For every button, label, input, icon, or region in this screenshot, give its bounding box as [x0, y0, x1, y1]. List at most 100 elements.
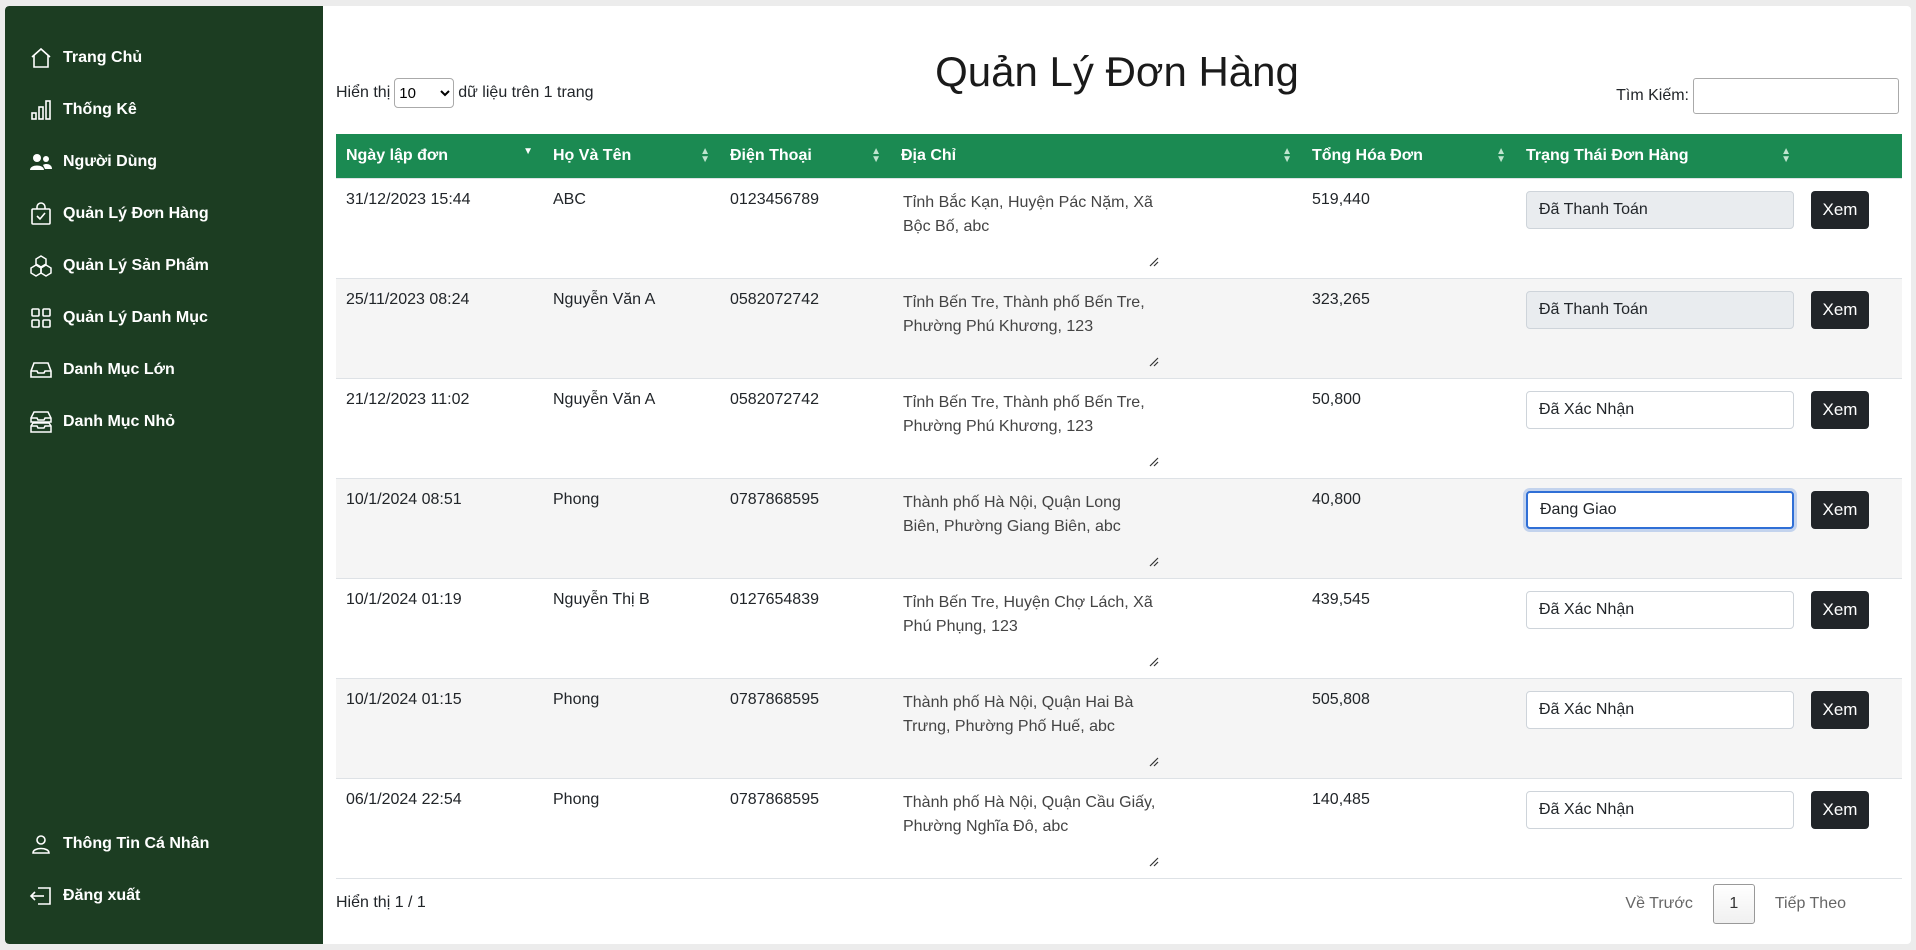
sidebar-item-label: Quản Lý Đơn Hàng — [63, 205, 209, 222]
sidebar-item-label: Trang Chủ — [63, 49, 143, 66]
sidebar-item-label: Quản Lý Sản Phẩm — [63, 257, 209, 274]
search-input[interactable] — [1693, 78, 1899, 114]
status-field[interactable]: Đã Xác Nhận — [1526, 590, 1794, 629]
cell-name: Nguyễn Thị B — [543, 577, 720, 678]
table-row: 31/12/2023 15:44 ABC 0123456789 Tỉnh Bắc… — [336, 177, 1902, 278]
resize-grip-icon[interactable] — [1149, 757, 1159, 767]
sidebar-item-statistics[interactable]: Thống Kê — [29, 92, 137, 128]
cell-total: 323,265 — [1302, 277, 1516, 378]
view-button[interactable]: Xem — [1811, 390, 1869, 429]
sidebar-item-label: Người Dùng — [63, 153, 158, 170]
sort-icon: ▲ ▼ — [1282, 146, 1292, 165]
column-header-total[interactable]: Tổng Hóa Đơn ▲ ▼ — [1302, 134, 1516, 178]
cell-name: Phong — [543, 777, 720, 879]
person-icon — [32, 835, 50, 854]
column-header-label: Địa Chỉ — [901, 146, 957, 164]
sort-icon: ▲ ▼ — [700, 146, 710, 165]
view-button[interactable]: Xem — [1811, 690, 1869, 729]
cell-address: Thành phố Hà Nội, Quận Hai Bà Trưng, Phư… — [891, 677, 1302, 778]
pagination: Về Trước 1 Tiếp Theo — [1605, 884, 1866, 924]
table-row: 06/1/2024 22:54 Phong 0787868595 Thành p… — [336, 777, 1902, 879]
cell-total: 519,440 — [1302, 177, 1516, 278]
cell-action: Xem — [1801, 277, 1902, 378]
cell-date: 10/1/2024 01:19 — [336, 577, 543, 678]
sort-icon: ▲ ▼ — [1496, 146, 1506, 165]
cell-date: 06/1/2024 22:54 — [336, 777, 543, 879]
address-textarea[interactable]: Thành phố Hà Nội, Quận Cầu Giấy, Phường … — [901, 789, 1163, 875]
sidebar-item-label: Thống Kê — [63, 101, 137, 118]
address-textarea[interactable]: Thành phố Hà Nội, Quận Long Biên, Phường… — [901, 489, 1163, 575]
cell-status: Đã Xác Nhận — [1516, 577, 1801, 678]
resize-grip-icon[interactable] — [1149, 457, 1159, 467]
view-button[interactable]: Xem — [1811, 190, 1869, 229]
orders-table-wrap: Ngày lập đơn ▼ Họ Và Tên ▲ ▼ Điện Thoại ▲ ▼ Đ… — [336, 134, 1902, 879]
pagination-next-button[interactable]: Tiếp Theo — [1755, 884, 1866, 924]
cell-total: 505,808 — [1302, 677, 1516, 778]
sort-desc-icon: ▼ — [523, 146, 533, 157]
cell-date: 21/12/2023 11:02 — [336, 377, 543, 478]
sidebar-item-label: Quản Lý Danh Mục — [63, 309, 208, 326]
cell-phone: 0787868595 — [720, 677, 891, 778]
sidebar: Trang Chủ Thống Kê Người Dùng Quản Lý Đơ… — [5, 6, 323, 944]
sidebar-item-minor-categories[interactable]: Danh Mục Nhỏ — [29, 404, 175, 440]
sidebar-item-home[interactable]: Trang Chủ — [29, 40, 142, 76]
cell-total: 50,800 — [1302, 377, 1516, 478]
sidebar-item-label: Danh Mục Lớn — [63, 361, 175, 378]
length-suffix: dữ liệu trên 1 trang — [458, 84, 594, 101]
sidebar-item-users[interactable]: Người Dùng — [29, 144, 157, 180]
page-length-select[interactable]: 10 — [394, 78, 455, 108]
cell-address: Tỉnh Bến Tre, Huyện Chợ Lách, Xã Phú Phụ… — [891, 577, 1302, 678]
view-button[interactable]: Xem — [1811, 290, 1869, 329]
column-header-name[interactable]: Họ Và Tên ▲ ▼ — [543, 134, 720, 178]
resize-grip-icon[interactable] — [1149, 557, 1159, 567]
cell-action: Xem — [1801, 777, 1902, 879]
cell-address: Thành phố Hà Nội, Quận Cầu Giấy, Phường … — [891, 777, 1302, 879]
sidebar-item-logout[interactable]: Đăng xuất — [29, 878, 140, 914]
status-field[interactable]: Đã Xác Nhận — [1526, 790, 1794, 829]
resize-grip-icon[interactable] — [1149, 857, 1159, 867]
cell-action: Xem — [1801, 577, 1902, 678]
cell-phone: 0582072742 — [720, 277, 891, 378]
address-textarea[interactable]: Tỉnh Bến Tre, Huyện Chợ Lách, Xã Phú Phụ… — [901, 589, 1163, 675]
cell-status: Đã Xác Nhận — [1516, 377, 1801, 478]
view-button[interactable]: Xem — [1811, 490, 1869, 529]
resize-grip-icon[interactable] — [1149, 357, 1159, 367]
status-field[interactable]: Đang Giao — [1526, 490, 1794, 529]
address-textarea[interactable]: Tỉnh Bến Tre, Thành phố Bến Tre, Phường … — [901, 289, 1163, 375]
sidebar-item-major-categories[interactable]: Danh Mục Lớn — [29, 352, 175, 388]
sidebar-item-categories[interactable]: Quản Lý Danh Mục — [29, 300, 208, 336]
sidebar-item-orders[interactable]: Quản Lý Đơn Hàng — [29, 196, 209, 232]
address-textarea[interactable]: Thành phố Hà Nội, Quận Hai Bà Trưng, Phư… — [901, 689, 1163, 775]
orders-table: Ngày lập đơn ▼ Họ Và Tên ▲ ▼ Điện Thoại ▲ ▼ Đ… — [336, 134, 1902, 879]
address-textarea[interactable]: Tỉnh Bắc Kạn, Huyện Pác Nặm, Xã Bộc Bố, … — [901, 189, 1163, 275]
column-header-status[interactable]: Trạng Thái Đơn Hàng ▲ ▼ — [1516, 134, 1801, 178]
cell-address: Tỉnh Bến Tre, Thành phố Bến Tre, Phường … — [891, 377, 1302, 478]
cell-name: Nguyễn Văn A — [543, 377, 720, 478]
status-field[interactable]: Đã Xác Nhận — [1526, 390, 1794, 429]
column-header-date[interactable]: Ngày lập đơn ▼ — [336, 134, 543, 178]
cell-action: Xem — [1801, 377, 1902, 478]
logout-icon — [29, 887, 51, 905]
table-row: 10/1/2024 01:15 Phong 0787868595 Thành p… — [336, 677, 1902, 778]
address-textarea[interactable]: Tỉnh Bến Tre, Thành phố Bến Tre, Phường … — [901, 389, 1163, 475]
pagination-current-page[interactable]: 1 — [1712, 884, 1755, 924]
address-text: Thành phố Hà Nội, Quận Cầu Giấy, Phường … — [903, 793, 1156, 835]
status-field[interactable]: Đã Xác Nhận — [1526, 690, 1794, 729]
resize-grip-icon[interactable] — [1149, 257, 1159, 267]
table-row: 10/1/2024 01:19 Nguyễn Thị B 0127654839 … — [336, 577, 1902, 678]
column-header-phone[interactable]: Điện Thoại ▲ ▼ — [720, 134, 891, 178]
view-button[interactable]: Xem — [1811, 790, 1869, 829]
sidebar-item-products[interactable]: Quản Lý Sản Phẩm — [29, 248, 209, 284]
cell-phone: 0127654839 — [720, 577, 891, 678]
resize-grip-icon[interactable] — [1149, 657, 1159, 667]
sidebar-item-profile[interactable]: Thông Tin Cá Nhân — [29, 826, 209, 862]
column-header-label: Điện Thoại — [730, 146, 812, 164]
cell-phone: 0787868595 — [720, 477, 891, 578]
cell-total: 439,545 — [1302, 577, 1516, 678]
cell-status: Đang Giao — [1516, 477, 1801, 578]
cell-status: Đã Xác Nhận — [1516, 677, 1801, 778]
pagination-prev-button[interactable]: Về Trước — [1605, 884, 1712, 924]
view-button[interactable]: Xem — [1811, 590, 1869, 629]
column-header-address[interactable]: Địa Chỉ ▲ ▼ — [891, 134, 1302, 178]
cell-action: Xem — [1801, 677, 1902, 778]
